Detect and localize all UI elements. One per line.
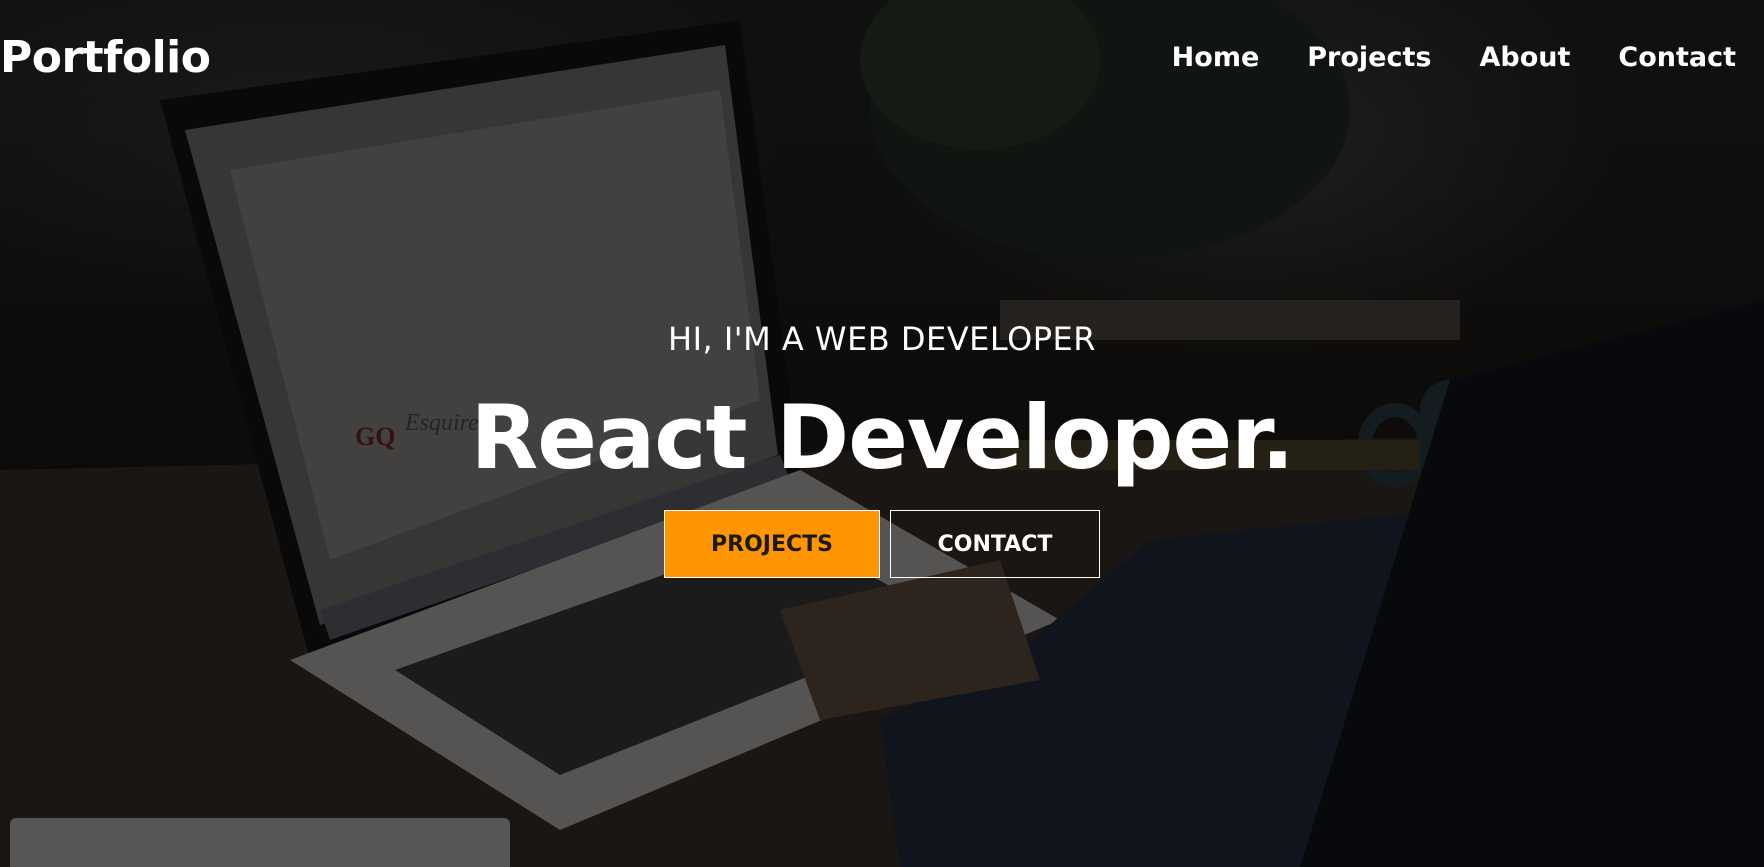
nav-link-about[interactable]: About: [1479, 42, 1570, 73]
nav-item-contact: Contact: [1618, 40, 1736, 76]
hero-section: GQ Esquire Portfolio Home Projects About…: [0, 0, 1764, 867]
projects-button[interactable]: PROJECTS: [664, 510, 880, 578]
nav-link-projects[interactable]: Projects: [1307, 42, 1431, 73]
hero-headline: React Developer.: [470, 386, 1294, 489]
brand-logo[interactable]: Portfolio: [0, 30, 211, 86]
nav-item-home: Home: [1172, 40, 1260, 76]
hero-subtitle: HI, I'M A WEB DEVELOPER: [668, 320, 1096, 358]
nav-link-home[interactable]: Home: [1172, 42, 1260, 73]
nav-link-contact[interactable]: Contact: [1618, 42, 1736, 73]
nav-links: Home Projects About Contact: [1172, 40, 1736, 76]
nav-item-projects: Projects: [1307, 40, 1431, 76]
contact-button[interactable]: CONTACT: [890, 510, 1100, 578]
nav-item-about: About: [1479, 40, 1570, 76]
hero-content: HI, I'M A WEB DEVELOPER React Developer.…: [0, 318, 1764, 578]
top-navbar: Portfolio Home Projects About Contact: [0, 0, 1764, 116]
hero-cta-buttons: PROJECTS CONTACT: [0, 510, 1764, 578]
